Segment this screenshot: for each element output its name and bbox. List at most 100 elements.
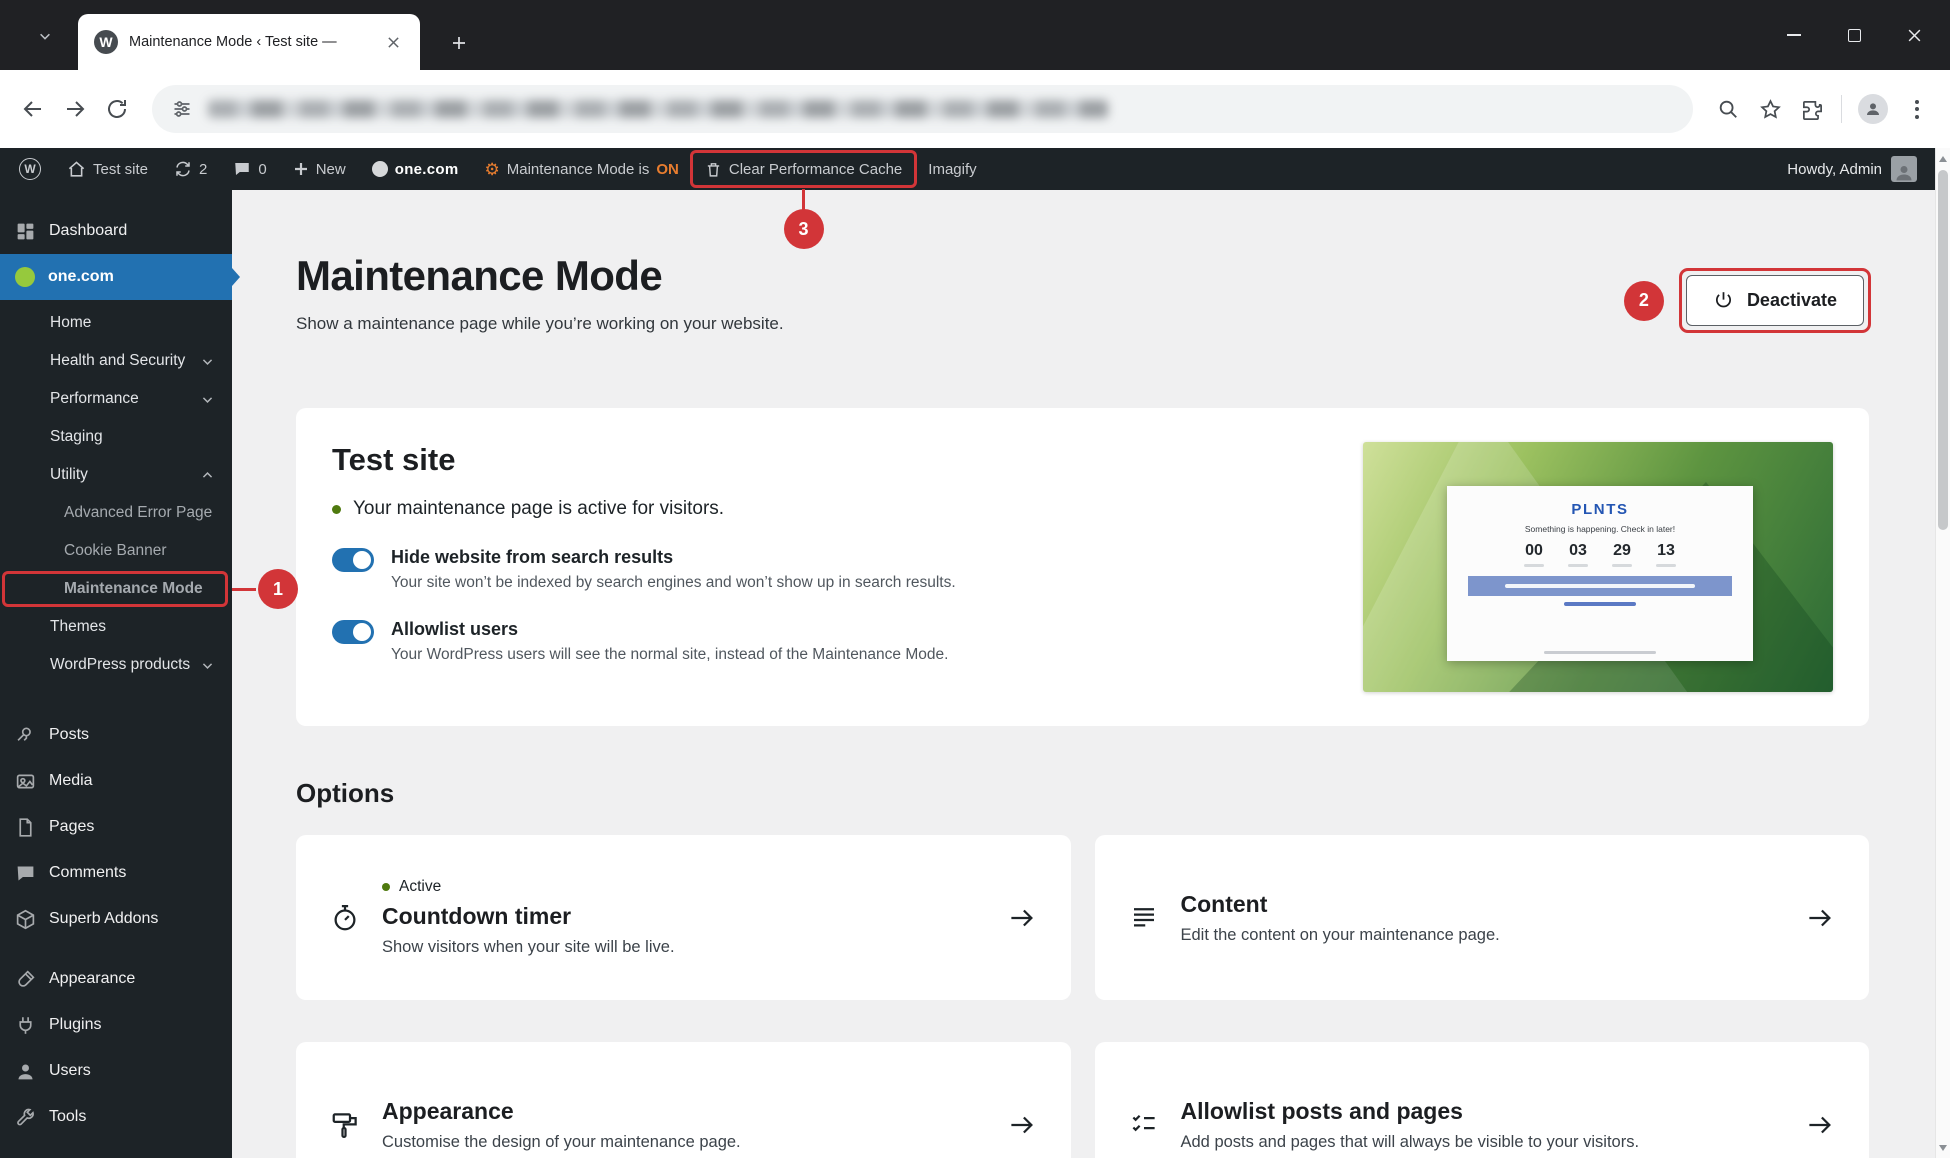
plus-icon (451, 35, 467, 51)
sidebar-item-plugins[interactable]: Plugins (0, 1002, 232, 1048)
imagify-menu[interactable]: Imagify (915, 148, 989, 190)
maintenance-mode-status-menu[interactable]: ⚙ Maintenance Mode is ON (472, 148, 692, 190)
sidebar-item-onecom[interactable]: one.com (0, 254, 232, 300)
allowlist-posts-pages-card[interactable]: Allowlist posts and pages Add posts and … (1095, 1042, 1870, 1158)
minimize-icon (1787, 34, 1801, 36)
addon-cube-icon (15, 909, 36, 930)
sidebar-item-media[interactable]: Media (0, 758, 232, 804)
status-card: Test site Your maintenance page is activ… (296, 408, 1869, 726)
preview-countdown: 00 03 29 13 (1524, 542, 1676, 567)
bookmark-star-icon[interactable] (1757, 96, 1783, 122)
annotation-line-1 (232, 588, 256, 591)
sidebar-item-home[interactable]: Home (0, 304, 232, 342)
forward-button[interactable] (62, 96, 88, 122)
onecom-logo-icon (15, 267, 35, 287)
back-button[interactable] (20, 96, 46, 122)
maintenance-status-state: ON (656, 161, 679, 178)
card-description: Customise the design of your maintenance… (382, 1133, 985, 1152)
sidebar-item-posts[interactable]: Posts (0, 712, 232, 758)
wp-admin-bar: W Test site 2 0 New (0, 148, 1935, 190)
browser-tab[interactable]: W Maintenance Mode ‹ Test site — (78, 14, 420, 70)
arrow-right-icon[interactable] (1007, 1110, 1037, 1140)
sidebar-label: Themes (50, 618, 106, 636)
sidebar-item-pages[interactable]: Pages (0, 804, 232, 850)
tab-close-icon[interactable] (382, 31, 404, 53)
minimize-button[interactable] (1764, 0, 1824, 70)
sidebar-label: Plugins (49, 1016, 101, 1034)
comments-menu[interactable]: 0 (220, 148, 279, 190)
arrow-right-icon[interactable] (1805, 1110, 1835, 1140)
new-tab-button[interactable] (444, 28, 474, 58)
sidebar-item-tools[interactable]: Tools (0, 1094, 232, 1140)
arrow-right-icon[interactable] (1007, 903, 1037, 933)
page-scrollbar[interactable] (1935, 148, 1950, 1158)
scrollbar-thumb[interactable] (1938, 170, 1948, 530)
clear-performance-cache-menu[interactable]: Clear Performance Cache 3 (692, 148, 915, 190)
close-button[interactable] (1884, 0, 1944, 70)
arrow-right-icon[interactable] (1805, 903, 1835, 933)
sidebar-item-cookie-banner[interactable]: Cookie Banner (0, 532, 232, 570)
sidebar-item-performance[interactable]: Performance (0, 380, 232, 418)
active-badge-dot (382, 883, 390, 891)
admin-avatar[interactable] (1891, 156, 1917, 182)
appearance-card[interactable]: Appearance Customise the design of your … (296, 1042, 1071, 1158)
reload-button[interactable] (104, 96, 130, 122)
sidebar-item-health-and-security[interactable]: Health and Security (0, 342, 232, 380)
sidebar-label: Dashboard (49, 222, 127, 240)
hide-from-search-toggle[interactable] (332, 548, 374, 572)
countdown-hours: 03 (1569, 542, 1587, 559)
sidebar-item-themes[interactable]: Themes (0, 608, 232, 646)
updates-menu[interactable]: 2 (161, 148, 220, 190)
comment-icon (15, 863, 36, 884)
checklist-icon (1129, 1110, 1159, 1140)
allowlist-users-toggle[interactable] (332, 620, 374, 644)
sidebar-label: Tools (49, 1108, 86, 1126)
countdown-days: 00 (1525, 542, 1543, 559)
wp-logo-menu[interactable]: W (6, 148, 54, 190)
sidebar-label: Home (50, 314, 91, 332)
sidebar-item-staging[interactable]: Staging (0, 418, 232, 456)
browser-menu-icon[interactable] (1904, 100, 1930, 119)
site-name-menu[interactable]: Test site (54, 148, 161, 190)
extensions-icon[interactable] (1799, 96, 1825, 122)
tab-search-button[interactable] (28, 19, 62, 53)
sidebar-label: Superb Addons (49, 910, 158, 928)
sidebar-item-maintenance-mode[interactable]: Maintenance Mode 1 (0, 570, 232, 608)
content-card[interactable]: Content Edit the content on your mainten… (1095, 835, 1870, 1000)
howdy-label[interactable]: Howdy, Admin (1787, 161, 1882, 178)
sidebar-item-dashboard[interactable]: Dashboard (0, 208, 232, 254)
sidebar-item-wordpress-products[interactable]: WordPress products (0, 646, 232, 684)
toggle-label: Allowlist users (391, 619, 948, 640)
sidebar-item-appearance[interactable]: Appearance (0, 956, 232, 1002)
active-status-dot (332, 505, 341, 514)
sidebar-item-utility[interactable]: Utility (0, 456, 232, 494)
sidebar-item-advanced-error-page[interactable]: Advanced Error Page (0, 494, 232, 532)
address-bar[interactable] (152, 85, 1693, 133)
sidebar-item-users[interactable]: Users (0, 1048, 232, 1094)
maximize-button[interactable] (1824, 0, 1884, 70)
site-info-icon[interactable] (172, 99, 192, 119)
scrollbar-down-icon[interactable] (1936, 1140, 1950, 1155)
text-lines-icon (1129, 903, 1159, 933)
card-title: Appearance (382, 1098, 985, 1125)
onecom-menu[interactable]: one.com (359, 148, 472, 190)
deactivate-button[interactable]: Deactivate (1686, 275, 1864, 326)
onecom-logo-icon (372, 161, 388, 177)
zoom-icon[interactable] (1715, 96, 1741, 122)
toggle-description: Your site won’t be indexed by search eng… (391, 574, 956, 592)
maximize-icon (1848, 29, 1861, 42)
pin-icon (15, 725, 36, 746)
options-heading: Options (296, 778, 1869, 809)
profile-avatar[interactable] (1858, 94, 1888, 124)
new-content-menu[interactable]: New (280, 148, 359, 190)
scrollbar-up-icon[interactable] (1936, 151, 1950, 166)
clear-cache-label: Clear Performance Cache (729, 161, 902, 178)
sidebar-label: Maintenance Mode (64, 580, 203, 598)
sidebar-label: Staging (50, 428, 103, 446)
chevron-down-icon (38, 29, 52, 43)
sidebar-item-superb-addons[interactable]: Superb Addons (0, 896, 232, 942)
chevron-up-icon (201, 469, 214, 482)
options-grid: Active Countdown timer Show visitors whe… (296, 835, 1869, 1158)
sidebar-item-comments[interactable]: Comments (0, 850, 232, 896)
countdown-timer-card[interactable]: Active Countdown timer Show visitors whe… (296, 835, 1071, 1000)
